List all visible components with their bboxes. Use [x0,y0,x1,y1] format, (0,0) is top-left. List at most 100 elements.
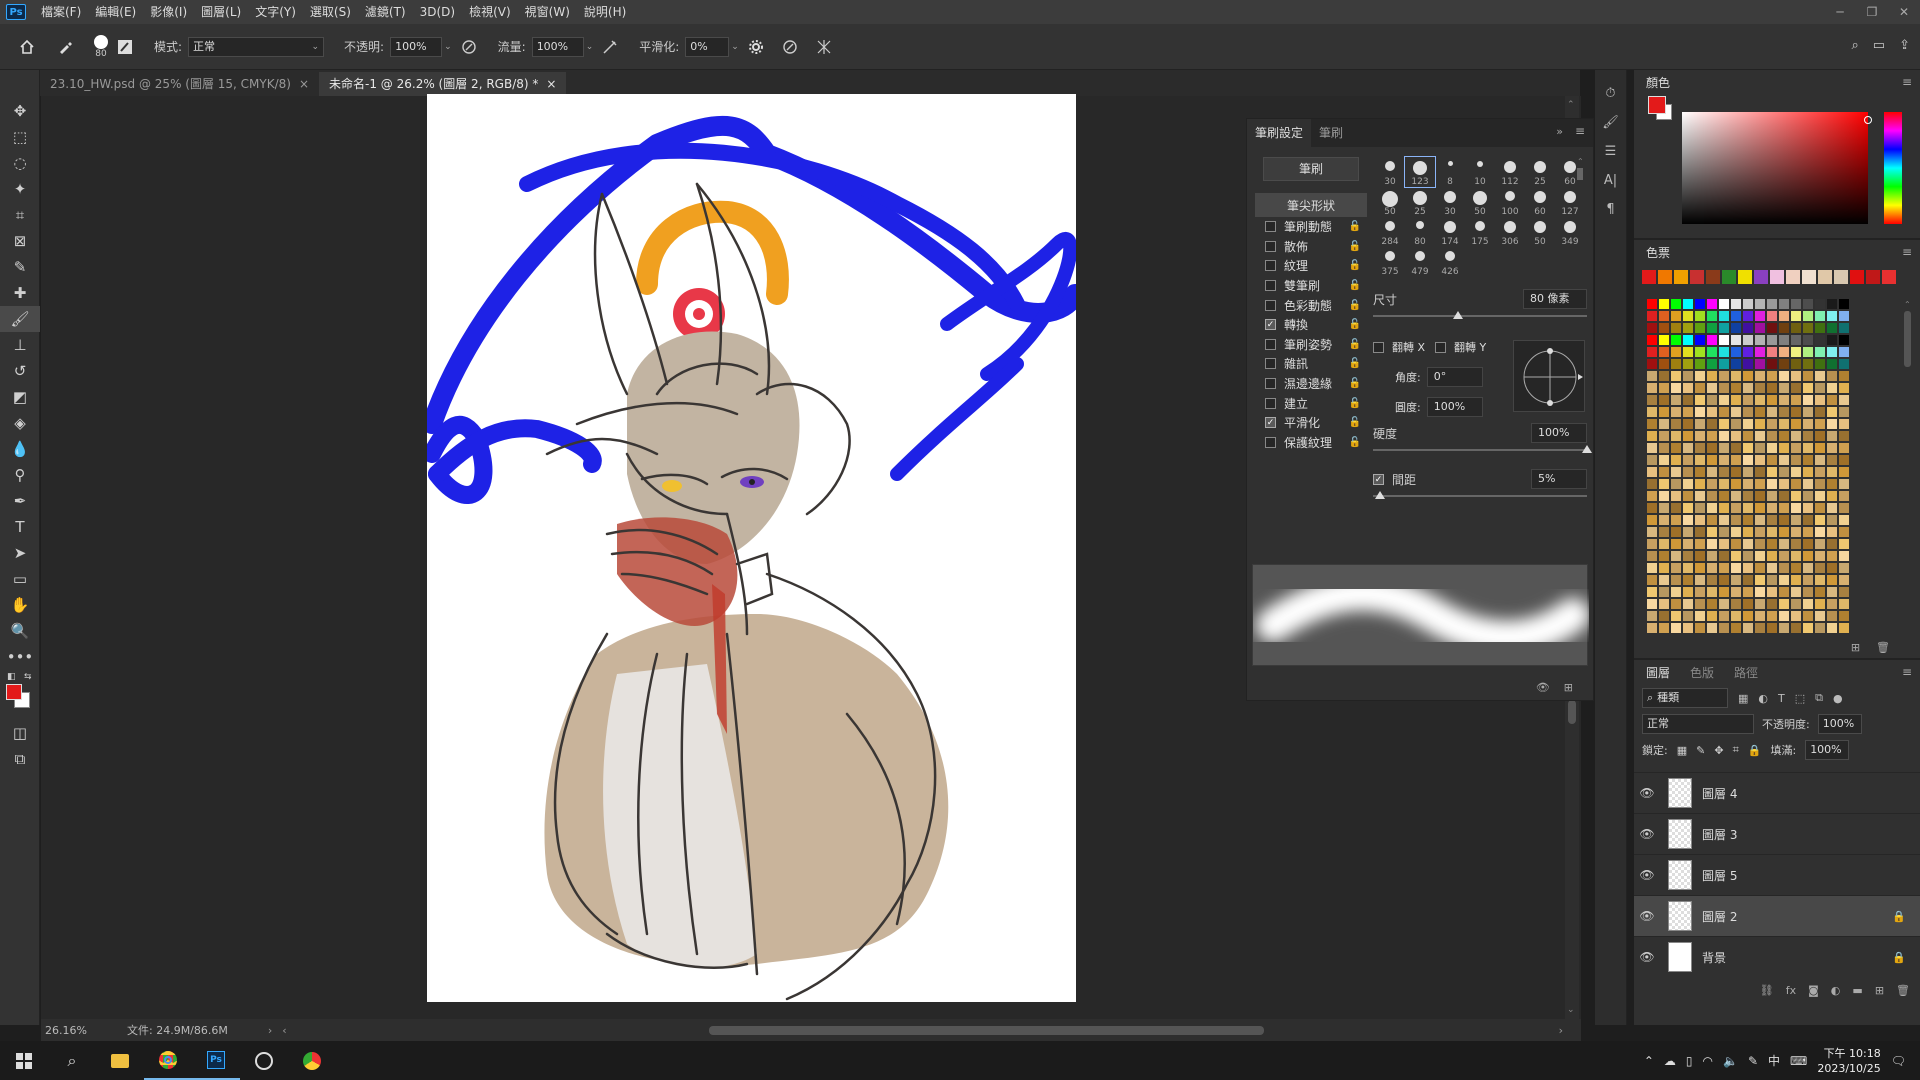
spacing-checkbox[interactable]: ✓ [1373,474,1384,485]
swatch[interactable] [1790,466,1802,478]
swatch[interactable] [1838,622,1850,634]
lock-position-icon[interactable]: ✥ [1714,744,1723,757]
swatch[interactable] [1682,334,1694,346]
layer-row[interactable]: 👁 背景 🔒 [1634,936,1920,977]
swatch[interactable] [1706,310,1718,322]
swatch[interactable] [1646,358,1658,370]
more-tools-icon[interactable]: ••• [0,644,40,670]
screen-mode-icon[interactable]: ⧉ [0,746,40,772]
filter-shape-icon[interactable]: ⬚ [1795,692,1805,705]
swatch[interactable] [1670,514,1682,526]
brush-tip[interactable]: 175 [1465,217,1495,247]
color-picker-field[interactable] [1682,112,1872,224]
swatch[interactable] [1838,502,1850,514]
brush-tip[interactable]: 479 [1405,247,1435,277]
swatch[interactable] [1670,334,1682,346]
swatch[interactable] [1670,358,1682,370]
chevron-down-icon[interactable]: ⌄ [586,42,594,52]
swatch[interactable] [1694,598,1706,610]
swatch[interactable] [1670,586,1682,598]
swatch[interactable] [1742,442,1754,454]
swatch[interactable] [1818,270,1832,284]
move-tool-icon[interactable]: ✥ [0,98,40,124]
brush-size-picker[interactable]: 80 [94,34,108,59]
swatch[interactable] [1838,346,1850,358]
swatch[interactable] [1790,370,1802,382]
hardness-slider-track[interactable] [1373,449,1587,451]
brush-tip[interactable]: 50 [1375,187,1405,217]
swatch[interactable] [1814,370,1826,382]
swatch[interactable] [1706,382,1718,394]
marquee-tool-icon[interactable]: ⬚ [0,124,40,150]
swatch[interactable] [1838,586,1850,598]
swatch[interactable] [1778,514,1790,526]
swatch[interactable] [1754,322,1766,334]
swatch[interactable] [1790,310,1802,322]
swatch[interactable] [1742,550,1754,562]
swatch[interactable] [1802,598,1814,610]
swatch[interactable] [1694,538,1706,550]
swatch[interactable] [1814,526,1826,538]
gear-icon[interactable] [747,38,765,56]
swatch[interactable] [1670,322,1682,334]
swatch[interactable] [1838,322,1850,334]
swatch[interactable] [1646,562,1658,574]
tab-channels[interactable]: 色版 [1690,664,1714,681]
swatch[interactable] [1718,358,1730,370]
swatch[interactable] [1838,430,1850,442]
swatch[interactable] [1730,322,1742,334]
angle-field[interactable]: 0° [1426,367,1483,387]
brush-option-row[interactable]: 濕邊邊緣 🔓 [1255,374,1367,394]
swatch[interactable] [1682,586,1694,598]
brush-option-checkbox[interactable] [1265,358,1276,370]
swatch[interactable] [1754,502,1766,514]
swatch[interactable] [1814,454,1826,466]
lock-icon[interactable]: 🔓 [1349,280,1361,291]
swatch[interactable] [1694,454,1706,466]
swatch[interactable] [1778,442,1790,454]
lock-all-icon[interactable]: 🔒 [1748,744,1762,757]
swatch[interactable] [1838,418,1850,430]
brush-option-checkbox[interactable] [1265,260,1276,272]
swatch[interactable] [1790,586,1802,598]
swatch[interactable] [1826,394,1838,406]
menu-item[interactable]: 說明(H) [577,0,633,24]
swatch[interactable] [1814,310,1826,322]
swatch[interactable] [1706,322,1718,334]
swatch[interactable] [1790,514,1802,526]
swatch[interactable] [1838,598,1850,610]
swatch[interactable] [1718,454,1730,466]
swatch[interactable] [1694,562,1706,574]
pen-tool-icon[interactable]: ✒ [0,488,40,514]
swatch[interactable] [1658,298,1670,310]
swatch[interactable] [1706,358,1718,370]
add-mask-icon[interactable]: ◙ [1808,984,1819,997]
swap-colors-icon[interactable]: ⇆ [24,672,32,682]
swatch[interactable] [1742,382,1754,394]
size-slider-track[interactable] [1373,315,1587,317]
swatch[interactable] [1838,358,1850,370]
swatch[interactable] [1826,406,1838,418]
hardness-slider-knob[interactable] [1582,445,1592,453]
swatch[interactable] [1682,466,1694,478]
swatch[interactable] [1646,610,1658,622]
layer-row[interactable]: 👁 圖層 5 [1634,854,1920,895]
swatch[interactable] [1658,574,1670,586]
swatch[interactable] [1658,538,1670,550]
swatch[interactable] [1754,598,1766,610]
swatch[interactable] [1742,562,1754,574]
swatch-scrollbar[interactable]: ⌃ [1904,300,1914,636]
swatch[interactable] [1826,358,1838,370]
layer-name[interactable]: 圖層 3 [1702,826,1737,843]
swatch[interactable] [1778,334,1790,346]
history-panel-icon[interactable]: ⏱ [1605,86,1615,101]
swatch[interactable] [1670,550,1682,562]
swatch[interactable] [1706,586,1718,598]
swatch[interactable] [1754,310,1766,322]
swatch[interactable] [1814,562,1826,574]
swatch[interactable] [1790,622,1802,634]
swatch[interactable] [1802,418,1814,430]
lock-pixels-icon[interactable]: ✎ [1696,744,1705,757]
brush-tip[interactable]: 284 [1375,217,1405,247]
swatch[interactable] [1766,538,1778,550]
